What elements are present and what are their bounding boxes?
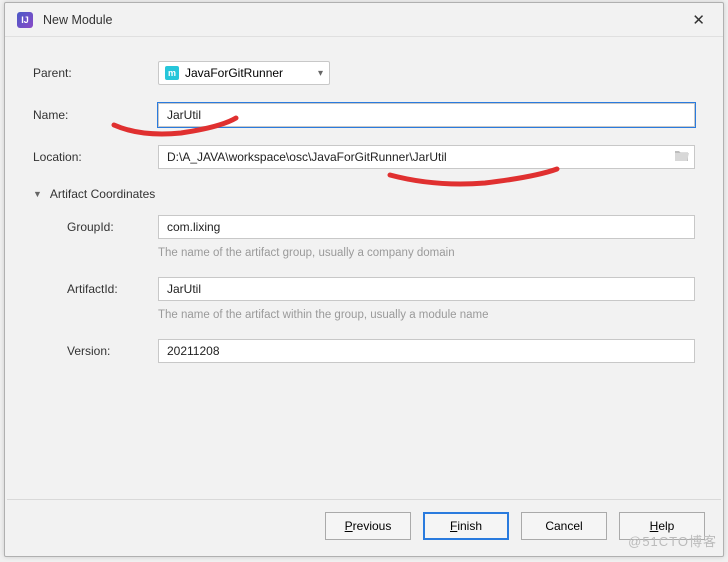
parent-value: JavaForGitRunner [185, 66, 283, 80]
cancel-button[interactable]: Cancel [521, 512, 607, 540]
artifactid-input[interactable] [158, 277, 695, 301]
artifactid-row: ArtifactId: [67, 277, 695, 301]
module-icon: m [165, 66, 179, 80]
button-bar: Previous Finish Cancel Help [5, 500, 723, 556]
parent-dropdown[interactable]: m JavaForGitRunner ▾ [158, 61, 330, 85]
location-input[interactable] [158, 145, 695, 169]
finish-button[interactable]: Finish [423, 512, 509, 540]
intellij-icon: IJ [17, 12, 33, 28]
artifact-coordinates-label: Artifact Coordinates [50, 187, 155, 201]
groupid-input[interactable] [158, 215, 695, 239]
artifact-panel: GroupId: The name of the artifact group,… [33, 215, 695, 363]
version-row: Version: [67, 339, 695, 363]
artifactid-label: ArtifactId: [67, 282, 158, 296]
location-row: Location: [33, 145, 695, 169]
dialog-window: IJ New Module ✕ Parent: m JavaForGitRunn… [4, 2, 724, 557]
parent-label: Parent: [33, 66, 158, 80]
window-title: New Module [43, 13, 686, 27]
name-label: Name: [33, 108, 158, 122]
groupid-label: GroupId: [67, 220, 158, 234]
dialog-content: Parent: m JavaForGitRunner ▾ Name: Locat… [5, 37, 723, 489]
parent-row: Parent: m JavaForGitRunner ▾ [33, 61, 695, 85]
titlebar: IJ New Module ✕ [5, 3, 723, 37]
folder-open-icon[interactable] [674, 149, 689, 165]
artifact-coordinates-toggle[interactable]: ▼ Artifact Coordinates [33, 187, 695, 201]
artifactid-hint: The name of the artifact within the grou… [158, 309, 695, 321]
chevron-down-icon: ▼ [33, 189, 42, 199]
groupid-row: GroupId: [67, 215, 695, 239]
watermark: @51CTO博客 [628, 531, 717, 550]
groupid-hint: The name of the artifact group, usually … [158, 247, 695, 259]
chevron-down-icon: ▾ [318, 68, 323, 79]
version-input[interactable] [158, 339, 695, 363]
version-label: Version: [67, 344, 158, 358]
name-row: Name: [33, 103, 695, 127]
previous-button[interactable]: Previous [325, 512, 411, 540]
name-input[interactable] [158, 103, 695, 127]
location-label: Location: [33, 150, 158, 164]
close-icon[interactable]: ✕ [686, 9, 711, 31]
